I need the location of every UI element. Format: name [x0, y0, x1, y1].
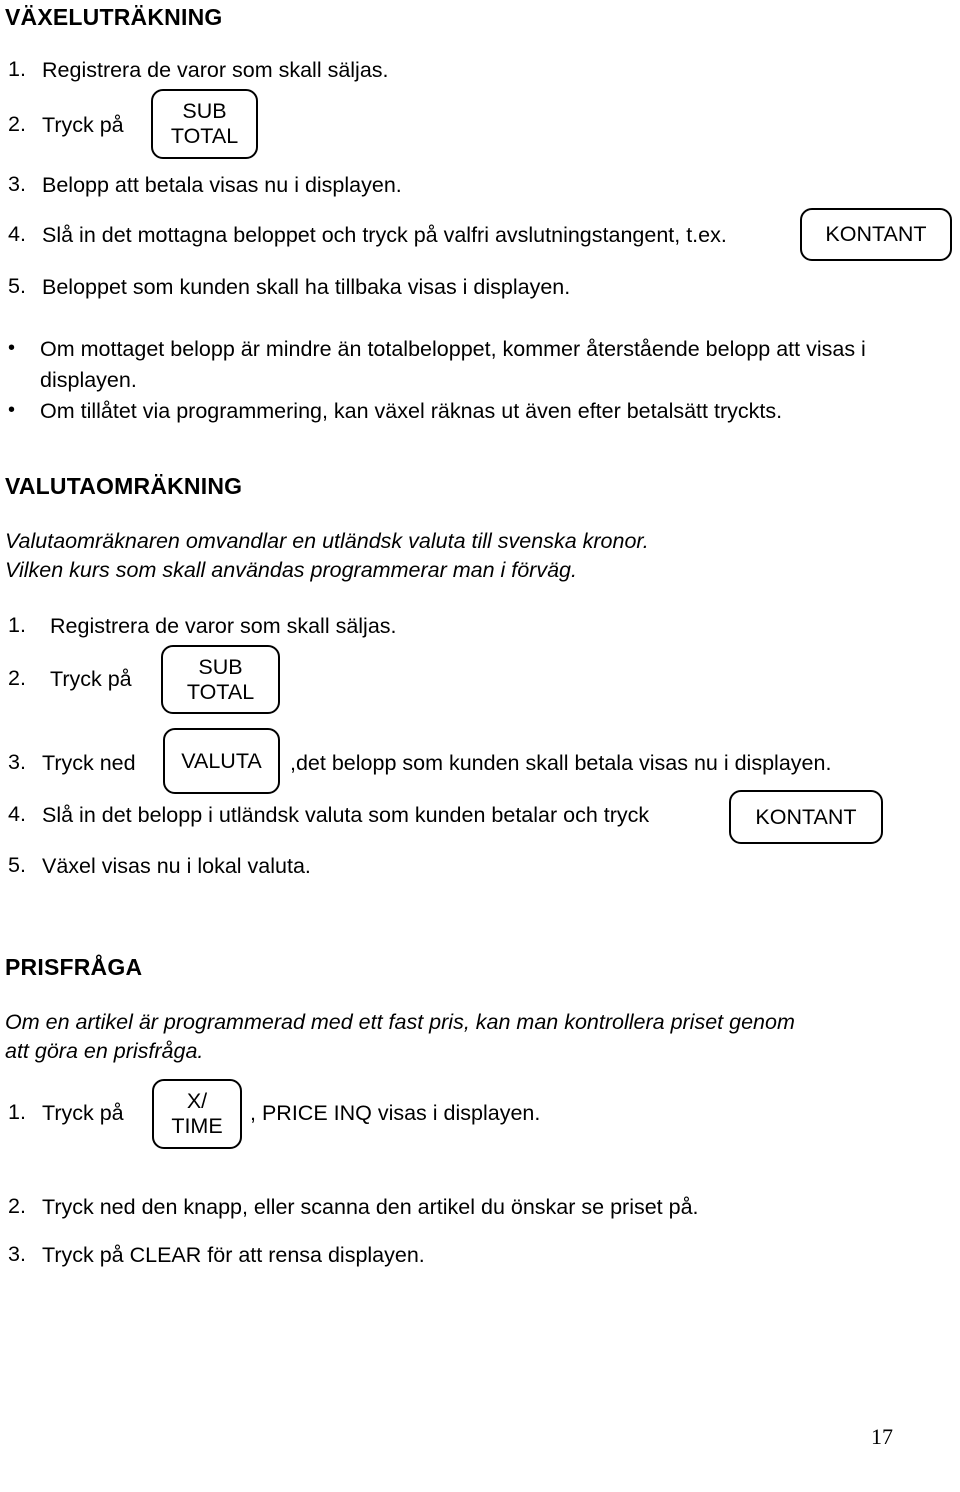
list-number: 1.	[8, 1100, 26, 1124]
key-label-line: TOTAL	[170, 124, 239, 148]
key-label-line: SUB	[198, 654, 243, 679]
section-intro-line: att göra en prisfråga.	[5, 1039, 204, 1063]
bullet-marker: •	[8, 337, 16, 359]
bullet-marker: •	[8, 399, 16, 421]
key-label-line: X/	[186, 1089, 208, 1113]
key-valuta[interactable]: VALUTA	[163, 728, 280, 794]
key-x-time[interactable]: X/ TIME	[152, 1079, 242, 1149]
list-number: 3.	[8, 172, 26, 196]
section-intro-line: Vilken kurs som skall användas programme…	[5, 558, 577, 582]
key-label-line: TOTAL	[186, 679, 255, 704]
bullet-item-text: Om mottaget belopp är mindre än totalbel…	[40, 337, 866, 392]
section-intro-line: Om en artikel är programmerad med ett fa…	[5, 1010, 795, 1034]
list-number: 4.	[8, 222, 26, 246]
list-item-text: Tryck på	[50, 667, 132, 691]
section-intro-line: Valutaomräknaren omvandlar en utländsk v…	[5, 529, 649, 553]
list-item-text-after: , PRICE INQ visas i displayen.	[250, 1101, 541, 1125]
list-item-text: Slå in det mottagna beloppet och tryck p…	[42, 223, 727, 247]
key-label-line: VALUTA	[181, 748, 262, 773]
key-label-line: SUB	[182, 99, 227, 123]
list-item-text: Tryck på CLEAR för att rensa displayen.	[42, 1243, 425, 1267]
list-number: 3.	[8, 1242, 26, 1266]
list-item-text: Tryck på	[42, 113, 124, 137]
list-item-text: Registrera de varor som skall säljas.	[50, 614, 397, 638]
list-item-text-after: ,det belopp som kunden skall betala visa…	[290, 751, 832, 775]
key-label-line: TIME	[171, 1114, 223, 1138]
list-item-text: Växel visas nu i lokal valuta.	[42, 854, 311, 878]
key-label-line: KONTANT	[825, 222, 927, 246]
list-number: 5.	[8, 853, 26, 877]
page-number: 17	[871, 1424, 893, 1449]
key-sub-total[interactable]: SUB TOTAL	[151, 89, 258, 159]
bullet-item-text: Om tillåtet via programmering, kan växel…	[40, 399, 783, 423]
list-number: 1.	[8, 57, 26, 81]
key-kontant[interactable]: KONTANT	[729, 790, 883, 844]
list-item-text: Tryck ned	[42, 751, 136, 775]
list-number: 3.	[8, 750, 26, 774]
section-heading-prisfraga: PRISFRÅGA	[5, 954, 143, 980]
list-item-text: Registrera de varor som skall säljas.	[42, 58, 389, 82]
list-item-text: Beloppet som kunden skall ha tillbaka vi…	[42, 275, 571, 299]
list-item-text: Tryck ned den knapp, eller scanna den ar…	[42, 1195, 699, 1219]
key-label-line: KONTANT	[755, 804, 857, 829]
list-item-text: Slå in det belopp i utländsk valuta som …	[42, 803, 650, 827]
list-number: 2.	[8, 112, 26, 136]
key-kontant[interactable]: KONTANT	[800, 208, 952, 261]
key-sub-total[interactable]: SUB TOTAL	[161, 645, 280, 714]
list-number: 4.	[8, 802, 26, 826]
list-item-text: Belopp att betala visas nu i displayen.	[42, 173, 402, 197]
list-number: 2.	[8, 1194, 26, 1218]
document-page: VÄXELUTRÄKNING 1. Registrera de varor so…	[0, 0, 960, 1492]
list-number: 1.	[8, 613, 26, 637]
list-number: 2.	[8, 666, 26, 690]
list-item-text: Tryck på	[42, 1101, 124, 1125]
list-number: 5.	[8, 274, 26, 298]
section-heading-valutaomrakning: VALUTAOMRÄKNING	[5, 473, 243, 499]
section-heading-vaxelutrakning: VÄXELUTRÄKNING	[5, 4, 223, 30]
